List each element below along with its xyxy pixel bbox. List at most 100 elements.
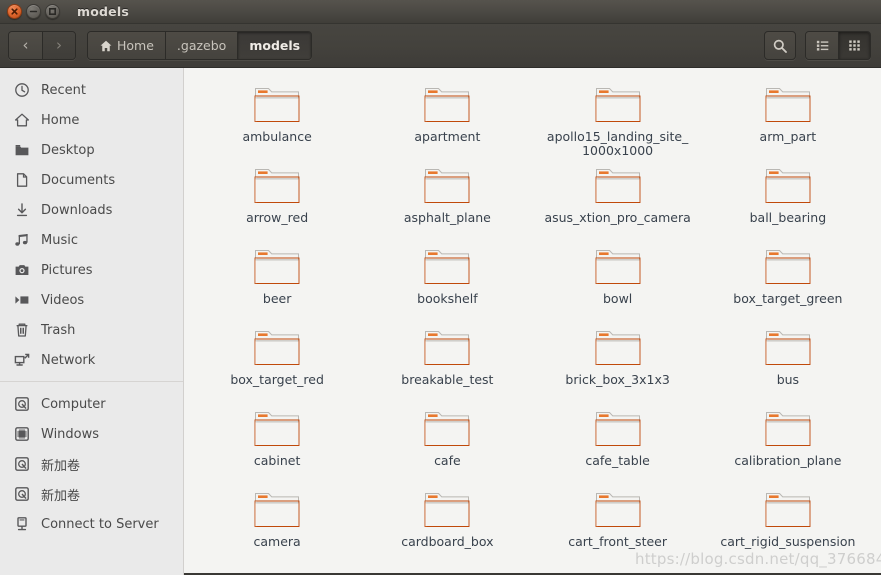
file-item-label: apartment [414, 129, 481, 144]
sidebar-item-label: Downloads [41, 202, 113, 218]
file-item[interactable]: asus_xtion_pro_camera [533, 160, 703, 241]
sidebar-item-label: Windows [41, 426, 100, 442]
file-item[interactable]: cabinet [192, 403, 362, 484]
file-item[interactable]: apartment [362, 79, 532, 160]
folder-icon [765, 169, 811, 203]
folder-icon [424, 331, 470, 365]
file-item-label: ball_bearing [749, 210, 827, 225]
sidebar-item-label: Computer [41, 396, 106, 412]
file-item[interactable]: box_target_green [703, 241, 873, 322]
icon-grid: ambulance apartment apollo15_landing_sit… [184, 68, 881, 565]
sidebar-item-computer[interactable]: Computer [0, 389, 183, 419]
minimize-button[interactable] [26, 4, 41, 19]
file-item[interactable]: beer [192, 241, 362, 322]
file-item-label: ambulance [242, 129, 312, 144]
toolbar: ‹ › Home .gazebo models [0, 24, 881, 68]
file-item-label: calibration_plane [734, 453, 842, 468]
breadcrumb-item-models[interactable]: models [237, 32, 312, 59]
maximize-button[interactable] [45, 4, 60, 19]
sidebar-item-windows[interactable]: Windows [0, 419, 183, 449]
file-item-label: cabinet [253, 453, 301, 468]
grid-view-button[interactable] [838, 32, 870, 59]
file-list-view[interactable]: ambulance apartment apollo15_landing_sit… [184, 68, 881, 575]
file-item[interactable]: cart_front_steer [533, 484, 703, 565]
list-view-icon [816, 40, 828, 51]
sidebar-item-label: 新加卷 [41, 488, 81, 504]
sidebar-item-network[interactable]: Network [0, 345, 183, 375]
folder-icon [765, 412, 811, 446]
file-item[interactable]: camera [192, 484, 362, 565]
folder-icon [595, 331, 641, 365]
file-item[interactable]: box_target_red [192, 322, 362, 403]
folder-icon [424, 169, 470, 203]
folder-icon [595, 250, 641, 284]
desktop-folder-icon [13, 142, 30, 159]
sidebar-item-label: Pictures [41, 262, 93, 278]
forward-button[interactable]: › [42, 32, 75, 59]
window-title: models [77, 4, 129, 19]
file-item-label: arm_part [759, 129, 817, 144]
close-button[interactable] [7, 4, 22, 19]
folder-icon [595, 493, 641, 527]
file-item[interactable]: bus [703, 322, 873, 403]
file-item[interactable]: bowl [533, 241, 703, 322]
sidebar-item-music[interactable]: Music [0, 225, 183, 255]
folder-icon [765, 88, 811, 122]
file-item[interactable]: cafe [362, 403, 532, 484]
file-item[interactable]: arm_part [703, 79, 873, 160]
file-item[interactable]: bookshelf [362, 241, 532, 322]
breadcrumb-label: .gazebo [176, 38, 227, 53]
clock-icon [13, 82, 30, 99]
file-item[interactable]: cafe_table [533, 403, 703, 484]
file-item-label: arrow_red [246, 210, 309, 225]
chevron-left-icon: ‹ [22, 36, 29, 54]
chevron-right-icon: › [56, 36, 62, 54]
sidebar-item-label: Videos [41, 292, 85, 308]
sidebar-item-home[interactable]: Home [0, 105, 183, 135]
back-button[interactable]: ‹ [9, 32, 42, 59]
sidebar-item-recent[interactable]: Recent [0, 75, 183, 105]
drive-icon [13, 486, 30, 503]
folder-icon [424, 412, 470, 446]
list-view-button[interactable] [806, 32, 838, 59]
search-icon [773, 39, 787, 53]
file-item-label: bookshelf [417, 291, 478, 306]
sidebar-item-desktop[interactable]: Desktop [0, 135, 183, 165]
folder-icon [424, 250, 470, 284]
file-item-label: cart_rigid_suspension [720, 534, 856, 549]
sidebar-item-connect-to-server[interactable]: Connect to Server [0, 509, 183, 539]
home-icon [100, 40, 112, 51]
file-item-label: cart_front_steer [568, 534, 667, 549]
breadcrumb-item-gazebo[interactable]: .gazebo [164, 32, 238, 59]
breadcrumb-label: Home [117, 38, 154, 53]
file-item-label: brick_box_3x1x3 [565, 372, 670, 387]
sidebar-item-pictures[interactable]: Pictures [0, 255, 183, 285]
file-item[interactable]: arrow_red [192, 160, 362, 241]
folder-icon [595, 169, 641, 203]
file-item[interactable]: ambulance [192, 79, 362, 160]
sidebar-item-trash[interactable]: Trash [0, 315, 183, 345]
file-item[interactable]: cardboard_box [362, 484, 532, 565]
sidebar-item-videos[interactable]: Videos [0, 285, 183, 315]
sidebar-item-label: Music [41, 232, 78, 248]
file-item[interactable]: brick_box_3x1x3 [533, 322, 703, 403]
file-item[interactable]: ball_bearing [703, 160, 873, 241]
sidebar-item-volume-2[interactable]: 新加卷 [0, 479, 183, 509]
search-button[interactable] [764, 31, 796, 60]
file-item[interactable]: calibration_plane [703, 403, 873, 484]
file-item-label: breakable_test [401, 372, 494, 387]
folder-icon [424, 88, 470, 122]
sidebar-item-documents[interactable]: Documents [0, 165, 183, 195]
file-item-label: bowl [602, 291, 633, 306]
breadcrumb-item-home[interactable]: Home [88, 32, 165, 59]
sidebar-item-volume-1[interactable]: 新加卷 [0, 449, 183, 479]
document-icon [13, 172, 30, 189]
sidebar-item-label: 新加卷 [41, 458, 81, 474]
file-item[interactable]: breakable_test [362, 322, 532, 403]
file-item[interactable]: apollo15_landing_site_1000x1000 [533, 79, 703, 160]
sidebar-item-label: Connect to Server [41, 516, 159, 532]
file-item[interactable]: asphalt_plane [362, 160, 532, 241]
file-item-label: cafe [434, 453, 461, 468]
sidebar-item-downloads[interactable]: Downloads [0, 195, 183, 225]
file-item[interactable]: cart_rigid_suspension [703, 484, 873, 565]
